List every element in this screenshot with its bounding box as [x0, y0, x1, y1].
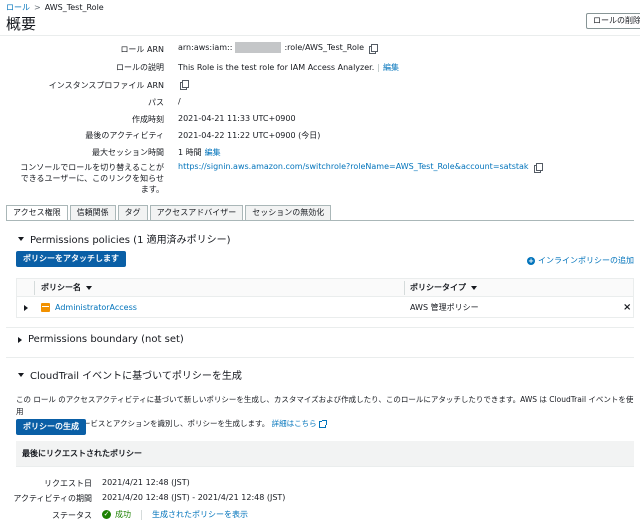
copy-icon[interactable] [180, 80, 189, 90]
switch-role-label: コンソールでロールを切り替えることが できるユーザーに、このリンクを知らせ ます… [0, 162, 164, 195]
column-policy-type[interactable]: ポリシータイプ [410, 279, 477, 297]
max-session-text: 1 時間 [178, 148, 202, 157]
sort-caret-icon [471, 285, 477, 290]
instance-profile-label: インスタンスプロファイル ARN [48, 81, 164, 90]
policy-name-cell: AdministratorAccess [41, 298, 137, 318]
request-date-value: 2021/4/21 12:48 (JST) [102, 478, 190, 487]
path-value: / [178, 97, 181, 106]
edit-description-link[interactable]: 編集 [383, 62, 399, 73]
copy-icon[interactable] [533, 162, 543, 173]
permissions-boundary-heading: Permissions boundary (not set) [28, 334, 184, 345]
max-session-value: 1 時間 編集 [178, 147, 221, 158]
tab-divider [6, 220, 634, 221]
sort-caret-icon [86, 285, 92, 290]
tab-bar: アクセス権限 信頼関係 タグ アクセスアドバイザー セッションの無効化 [6, 205, 333, 221]
policies-table: ポリシー名 ポリシータイプ AdministratorAccess AWS 管理… [16, 278, 634, 318]
breadcrumb: ロール > AWS_Test_Role [6, 2, 104, 13]
caret-down-icon [18, 372, 24, 377]
breadcrumb-separator: > [34, 3, 41, 12]
plus-icon: + [527, 256, 535, 265]
delete-role-button[interactable]: ロールの削除 [586, 13, 640, 29]
role-description-label: ロールの説明 [116, 63, 164, 72]
tab-trust-relationships[interactable]: 信頼関係 [69, 205, 116, 221]
breadcrumb-roles-link[interactable]: ロール [6, 2, 30, 13]
status-label: ステータス [52, 511, 92, 520]
cloudtrail-description: この ロール のアクセスアクティビティに基づいて新しいポリシーを生成し、カスタマ… [16, 394, 636, 430]
cloudtrail-description-line2: して、使用されるサービスとアクションを識別し、ポリシーを生成します。 詳細はこち… [16, 418, 636, 430]
check-circle-icon: ✓ [102, 510, 111, 519]
section-divider [6, 327, 634, 328]
divider-bar: | [377, 63, 380, 72]
external-link-icon [318, 419, 327, 428]
column-separator [404, 281, 405, 295]
last-requested-policy-heading: 最後にリクエストされたポリシー [16, 441, 634, 467]
caret-down-icon [18, 236, 24, 241]
breadcrumb-current: AWS_Test_Role [44, 3, 104, 12]
tab-tags[interactable]: タグ [117, 205, 148, 221]
request-date-label: リクエスト日 [44, 479, 92, 488]
divider-bar [141, 509, 142, 520]
path-label: パス [148, 98, 164, 107]
switch-role-value: https://signin.aws.amazon.com/switchrole… [178, 162, 543, 173]
created-time-label: 作成時刻 [132, 115, 164, 124]
permissions-policies-header[interactable]: Permissions policies (1 適用済みポリシー) [18, 231, 231, 246]
table-row: AdministratorAccess AWS 管理ポリシー × [17, 298, 633, 318]
add-inline-policy-link[interactable]: + インラインポリシーの追加 [527, 255, 634, 266]
cloudtrail-policy-heading: CloudTrail イベントに基づいてポリシーを生成 [30, 371, 242, 382]
caret-right-icon [24, 304, 28, 311]
column-separator [34, 281, 35, 295]
page-title: 概要 [6, 15, 37, 33]
policies-table-header: ポリシー名 ポリシータイプ [17, 279, 633, 297]
cloudtrail-description-line1: この ロール のアクセスアクティビティに基づいて新しいポリシーを生成し、カスタマ… [16, 395, 634, 416]
switch-role-label-line2: できるユーザーに、このリンクを知らせ [20, 174, 164, 183]
permissions-policies-heading: Permissions policies (1 適用済みポリシー) [30, 235, 231, 246]
caret-right-icon [18, 336, 22, 343]
role-arn-value: arn:aws:iam:::role/AWS_Test_Role [178, 42, 378, 54]
role-arn-label: ロール ARN [120, 45, 164, 54]
column-policy-type-label: ポリシータイプ [410, 283, 466, 292]
switch-role-link[interactable]: https://signin.aws.amazon.com/switchrole… [178, 162, 529, 171]
generate-policy-button[interactable]: ポリシーの生成 [16, 419, 86, 435]
activity-period-value: 2021/4/20 12:48 (JST) - 2021/4/21 12:48 … [102, 493, 286, 502]
managed-policy-icon [41, 303, 50, 312]
section-divider [6, 357, 634, 358]
status-value: ✓ 成功 生成されたポリシーを表示 [102, 509, 248, 520]
header-divider [0, 35, 640, 36]
cloudtrail-policy-header[interactable]: CloudTrail イベントに基づいてポリシーを生成 [18, 367, 242, 382]
instance-profile-value [178, 80, 189, 90]
created-time-value: 2021-04-21 11:33 UTC+0900 [178, 114, 296, 123]
add-inline-policy-text[interactable]: インラインポリシーの追加 [538, 255, 634, 266]
copy-icon[interactable] [369, 43, 378, 54]
status-badge: 成功 [115, 510, 131, 519]
last-activity-label: 最後のアクティビティ [85, 131, 164, 140]
role-arn-suffix: :role/AWS_Test_Role [284, 43, 364, 52]
edit-max-session-link[interactable]: 編集 [205, 147, 221, 158]
tab-revoke-sessions[interactable]: セッションの無効化 [245, 205, 332, 221]
switch-role-label-line1: コンソールでロールを切り替えることが [20, 163, 164, 172]
permissions-boundary-header[interactable]: Permissions boundary (not set) [18, 334, 184, 345]
account-id-mask [235, 42, 282, 53]
learn-more-link[interactable]: 詳細はこちら [272, 419, 317, 428]
last-activity-value: 2021-04-22 11:22 UTC+0900 (今日) [178, 131, 321, 140]
role-description-value: This Role is the test role for IAM Acces… [178, 62, 399, 73]
role-description-text: This Role is the test role for IAM Acces… [178, 63, 375, 72]
detach-policy-button[interactable]: × [623, 298, 631, 318]
activity-period-label: アクティビティの期間 [13, 494, 92, 503]
role-arn-prefix: arn:aws:iam:: [178, 43, 233, 52]
close-icon: × [623, 302, 632, 313]
switch-role-label-line3: ます。 [140, 185, 164, 194]
expand-row-toggle[interactable] [24, 298, 34, 318]
policy-name-link[interactable]: AdministratorAccess [55, 303, 137, 312]
column-policy-name[interactable]: ポリシー名 [41, 279, 92, 297]
tab-access-advisor[interactable]: アクセスアドバイザー [149, 205, 244, 221]
max-session-label: 最大セッション時間 [92, 148, 164, 157]
column-policy-name-label: ポリシー名 [41, 283, 81, 292]
attach-policy-button[interactable]: ポリシーをアタッチします [16, 251, 126, 267]
view-generated-policy-link[interactable]: 生成されたポリシーを表示 [152, 509, 248, 520]
tab-permissions[interactable]: アクセス権限 [6, 205, 68, 221]
policy-type-cell: AWS 管理ポリシー [410, 303, 479, 312]
